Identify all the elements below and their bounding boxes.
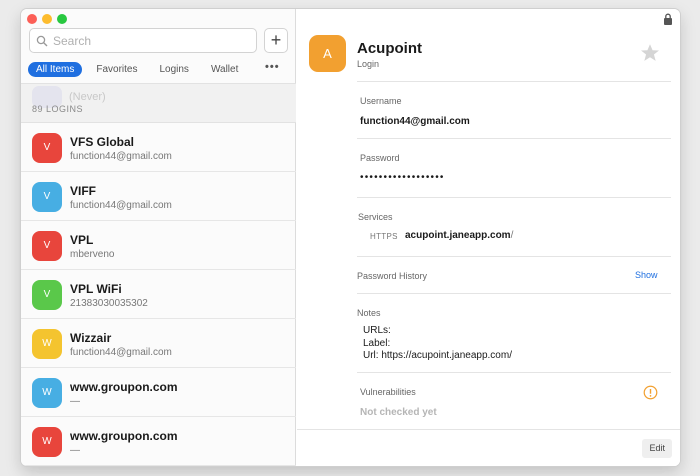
add-item-button[interactable]: + bbox=[264, 28, 288, 53]
tab-logins[interactable]: Logins bbox=[151, 62, 196, 77]
list-item-vpl[interactable]: V VPL mberveno bbox=[21, 221, 296, 270]
notes-line: Url: https://acupoint.janeapp.com/ bbox=[363, 350, 512, 361]
vulnerabilities-label: Vulnerabilities bbox=[360, 387, 416, 397]
list-item-title: www.groupon.com bbox=[70, 380, 178, 394]
list-header-title: (Never) bbox=[69, 91, 106, 103]
lock-icon[interactable] bbox=[663, 13, 673, 25]
list-item-viff[interactable]: V VIFF function44@gmail.com bbox=[21, 172, 296, 221]
detail-footer: Edit bbox=[297, 429, 680, 466]
item-list: V VFS Global function44@gmail.com V VIFF… bbox=[21, 123, 296, 466]
list-item-title: VPL WiFi bbox=[70, 282, 122, 296]
list-item-subtitle: 21383030035302 bbox=[70, 298, 148, 309]
password-history-label: Password History bbox=[357, 271, 428, 281]
avatar: W bbox=[32, 427, 62, 457]
divider bbox=[357, 138, 671, 139]
header-divider bbox=[357, 81, 671, 82]
category-tabs: All Items Favorites Logins Wallet ••• bbox=[28, 61, 279, 77]
item-title: Acupoint bbox=[357, 40, 422, 57]
service-suffix: / bbox=[510, 230, 514, 241]
notes-line: URLs: bbox=[363, 325, 391, 336]
edit-button[interactable]: Edit bbox=[642, 439, 672, 458]
list-item-subtitle: function44@gmail.com bbox=[70, 200, 172, 211]
list-item-title: www.groupon.com bbox=[70, 429, 178, 443]
password-value[interactable]: •••••••••••••••••• bbox=[360, 172, 445, 183]
list-item-title: VFS Global bbox=[70, 135, 135, 149]
list-item-subtitle: mberveno bbox=[70, 249, 115, 260]
item-count: 89 LOGINS bbox=[32, 104, 84, 114]
list-item-groupon-1[interactable]: W www.groupon.com — bbox=[21, 368, 296, 417]
minimize-window-button[interactable] bbox=[42, 14, 52, 24]
star-icon[interactable] bbox=[639, 42, 661, 64]
item-avatar: A bbox=[309, 35, 346, 72]
notes-line: Label: bbox=[363, 338, 391, 349]
search-box[interactable] bbox=[29, 28, 257, 53]
avatar: V bbox=[32, 133, 62, 163]
list-item-title: VPL bbox=[70, 233, 94, 247]
username-label: Username bbox=[360, 96, 402, 106]
service-url[interactable]: acupoint.janeapp.com/ bbox=[405, 230, 513, 241]
tab-favorites[interactable]: Favorites bbox=[88, 62, 145, 77]
list-item-vfs-global[interactable]: V VFS Global function44@gmail.com bbox=[21, 123, 296, 172]
list-item-groupon-2[interactable]: W www.groupon.com — bbox=[21, 417, 296, 466]
password-label: Password bbox=[360, 153, 400, 163]
divider bbox=[357, 197, 671, 198]
search-input[interactable] bbox=[53, 33, 243, 48]
divider bbox=[357, 293, 671, 294]
app-window: + All Items Favorites Logins Wallet ••• … bbox=[21, 9, 680, 466]
list-item-vpl-wifi[interactable]: V VPL WiFi 21383030035302 bbox=[21, 270, 296, 319]
list-item-wizzair[interactable]: W Wizzair function44@gmail.com bbox=[21, 319, 296, 368]
username-value[interactable]: function44@gmail.com bbox=[360, 116, 470, 127]
list-header: (Never) 89 LOGINS bbox=[21, 83, 296, 123]
show-history-link[interactable]: Show bbox=[635, 270, 658, 280]
sidebar: + All Items Favorites Logins Wallet ••• … bbox=[21, 9, 296, 466]
list-item-subtitle: function44@gmail.com bbox=[70, 347, 172, 358]
detail-pane: A Acupoint Login Username function44@gma… bbox=[297, 9, 680, 466]
maximize-window-button[interactable] bbox=[57, 14, 67, 24]
more-tabs-button[interactable]: ••• bbox=[265, 61, 280, 73]
tab-all-items[interactable]: All Items bbox=[28, 61, 83, 77]
list-item-subtitle: — bbox=[70, 396, 80, 407]
divider bbox=[357, 256, 671, 257]
avatar: W bbox=[32, 378, 62, 408]
list-item-title: Wizzair bbox=[70, 331, 112, 345]
list-item-title: VIFF bbox=[70, 184, 96, 198]
list-item-subtitle: function44@gmail.com bbox=[70, 151, 172, 162]
list-item-subtitle: — bbox=[70, 445, 80, 456]
close-window-button[interactable] bbox=[27, 14, 37, 24]
services-label: Services bbox=[358, 212, 393, 222]
avatar: V bbox=[32, 182, 62, 212]
tab-wallet[interactable]: Wallet bbox=[203, 62, 246, 77]
avatar: V bbox=[32, 280, 62, 310]
service-protocol: HTTPS bbox=[370, 232, 398, 241]
avatar: V bbox=[32, 231, 62, 261]
avatar: W bbox=[32, 329, 62, 359]
item-type: Login bbox=[357, 59, 380, 69]
service-host: acupoint.janeapp.com bbox=[405, 230, 511, 241]
warning-icon[interactable] bbox=[643, 385, 658, 400]
vulnerabilities-value: Not checked yet bbox=[360, 407, 437, 418]
search-icon bbox=[36, 35, 48, 46]
notes-label: Notes bbox=[357, 308, 381, 318]
divider bbox=[357, 372, 671, 373]
window-controls bbox=[27, 14, 67, 24]
